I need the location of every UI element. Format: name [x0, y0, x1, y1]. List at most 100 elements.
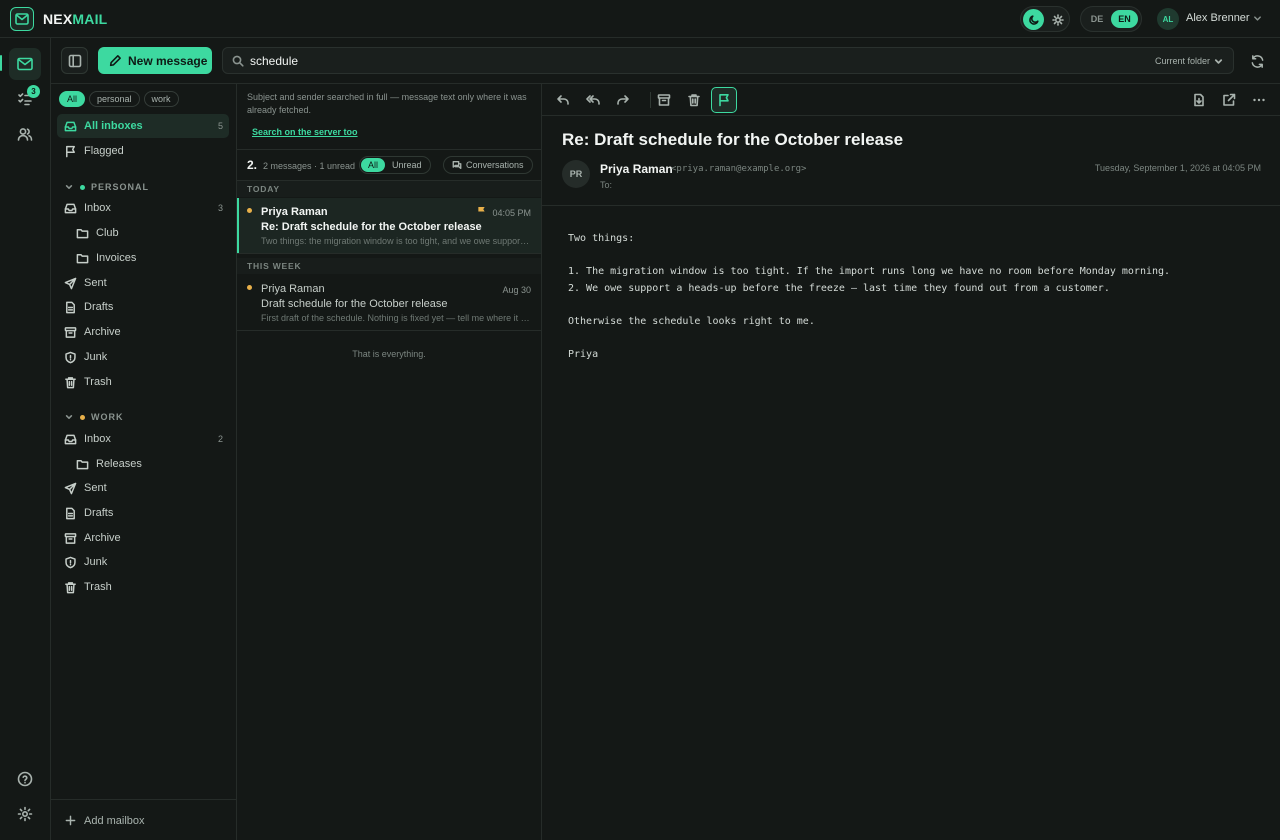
folder-work-junk[interactable]: Junk — [57, 550, 229, 574]
message-row[interactable]: Priya Raman Aug 30 Draft schedule for th… — [237, 275, 541, 331]
section-personal[interactable]: PERSONAL — [65, 180, 149, 194]
folder-work-sent[interactable]: Sent — [57, 476, 229, 500]
search-bar[interactable]: Current folder — [222, 47, 1234, 74]
list-header: 2. 2 messages · 1 unread All Unread Conv… — [237, 149, 541, 181]
download-icon[interactable] — [1186, 87, 1212, 113]
sender-email[interactable]: <priya.raman@example.org> — [671, 164, 806, 174]
refresh-button[interactable] — [1244, 48, 1270, 74]
body-line: Priya — [568, 348, 599, 360]
result-count: 2. — [247, 158, 258, 172]
conversations-label: Conversations — [466, 160, 524, 170]
folder-work-archive[interactable]: Archive — [57, 526, 229, 550]
folder-label: Sent — [84, 277, 107, 289]
search-server-link[interactable]: Search on the server too — [252, 127, 358, 137]
folder-label: All inboxes — [84, 120, 143, 132]
folder-label: Inbox — [84, 202, 111, 214]
add-mailbox-button[interactable]: Add mailbox — [51, 799, 237, 840]
folder-personal-drafts[interactable]: Drafts — [57, 295, 229, 319]
flag-icon[interactable] — [711, 87, 737, 113]
more-icon[interactable] — [1246, 87, 1272, 113]
reply-icon[interactable] — [550, 87, 576, 113]
search-scope-note: Subject and sender searched in full — me… — [247, 92, 527, 115]
plus-icon — [65, 815, 76, 826]
new-message-label: New message — [128, 53, 208, 68]
search-input[interactable] — [250, 52, 1130, 70]
reading-pane: Re: Draft schedule for the October relea… — [542, 83, 1280, 840]
message-preview: First draft of the schedule. Nothing is … — [261, 313, 531, 323]
body-line — [568, 248, 1258, 265]
folder-personal-archive[interactable]: Archive — [57, 320, 229, 344]
folder-count: 2 — [217, 434, 223, 444]
chevron-down-icon[interactable] — [1253, 14, 1262, 23]
folder-invoices[interactable]: Invoices — [57, 246, 229, 270]
search-scope-label: Current folder — [1154, 56, 1210, 66]
settings-icon[interactable] — [9, 798, 41, 830]
section-work[interactable]: WORK — [65, 410, 124, 424]
contacts-icon[interactable] — [9, 118, 41, 150]
folder-personal-sent[interactable]: Sent — [57, 271, 229, 295]
sun-icon[interactable] — [1047, 9, 1068, 30]
message-sender: Priya Raman — [261, 283, 325, 295]
forward-icon[interactable] — [610, 87, 636, 113]
folder-releases[interactable]: Releases — [57, 452, 229, 476]
mail-logo-icon — [10, 7, 34, 31]
user-avatar[interactable]: AL — [1157, 8, 1179, 30]
archive-icon[interactable] — [651, 87, 677, 113]
app-logo: NEXMAIL — [43, 11, 108, 27]
body-line: 1. The migration window is too tight. If… — [568, 266, 1171, 277]
message-time: Aug 30 — [502, 285, 531, 295]
mail-icon[interactable] — [9, 48, 41, 80]
filter-work[interactable]: work — [143, 91, 179, 107]
folder-icon — [75, 457, 89, 471]
conversations-toggle[interactable]: Conversations — [443, 156, 533, 174]
lang-option-en[interactable]: EN — [1111, 10, 1138, 28]
sender-name[interactable]: Priya Raman — [600, 162, 673, 176]
user-name[interactable]: Alex Brenner — [1186, 12, 1250, 24]
folder-work-trash[interactable]: Trash — [57, 575, 229, 599]
new-message-button[interactable]: New message — [98, 47, 212, 74]
reply-all-icon[interactable] — [580, 87, 606, 113]
body-line: 2. We owe support a heads-up before the … — [568, 282, 1110, 294]
folder-label: Archive — [84, 532, 121, 544]
message-row[interactable]: Priya Raman 04:05 PM Re: Draft schedule … — [237, 198, 541, 254]
language-toggle[interactable]: DE EN — [1080, 6, 1142, 32]
archive-icon — [63, 325, 77, 339]
unread-dot — [247, 285, 252, 290]
draft-file-icon — [63, 506, 77, 520]
folder-count: 5 — [217, 121, 223, 131]
folder-all-inboxes[interactable]: All inboxes 5 — [57, 114, 229, 138]
search-icon — [232, 55, 244, 67]
folder-work-inbox[interactable]: Inbox 2 — [57, 427, 229, 451]
folder-club[interactable]: Club — [57, 221, 229, 245]
filter-unread[interactable]: Unread — [385, 158, 429, 172]
folder-personal-inbox[interactable]: Inbox 3 — [57, 196, 229, 220]
message-preview: Two things: the migration window is too … — [261, 236, 531, 246]
trash-icon[interactable] — [681, 87, 707, 113]
shield-icon — [63, 555, 77, 569]
search-scope-select[interactable]: Current folder — [1155, 56, 1223, 66]
external-link-icon[interactable] — [1216, 87, 1242, 113]
message-sender: Priya Raman — [261, 206, 328, 218]
filter-all-messages[interactable]: All — [361, 158, 386, 172]
flag-icon[interactable] — [477, 206, 486, 216]
sidebar-toggle-button[interactable] — [61, 47, 88, 74]
folder-flagged[interactable]: Flagged — [57, 139, 229, 163]
inbox-icon — [63, 432, 77, 446]
folder-work-drafts[interactable]: Drafts — [57, 501, 229, 525]
filter-all[interactable]: All — [59, 91, 86, 107]
folder-label: Trash — [84, 581, 112, 593]
folder-label: Archive — [84, 326, 121, 338]
folder-personal-junk[interactable]: Junk — [57, 345, 229, 369]
theme-toggle[interactable] — [1020, 6, 1070, 32]
folder-label: Flagged — [84, 145, 124, 157]
section-title: PERSONAL — [91, 182, 150, 192]
add-mailbox-label: Add mailbox — [84, 814, 145, 827]
lang-option-de[interactable]: DE — [1085, 10, 1109, 28]
trash-icon — [63, 375, 77, 389]
sender-avatar: PR — [562, 160, 590, 188]
moon-icon[interactable] — [1023, 9, 1044, 30]
help-icon[interactable] — [9, 763, 41, 795]
account-filter: All personal work — [59, 91, 179, 107]
folder-personal-trash[interactable]: Trash — [57, 370, 229, 394]
filter-personal[interactable]: personal — [89, 91, 140, 107]
